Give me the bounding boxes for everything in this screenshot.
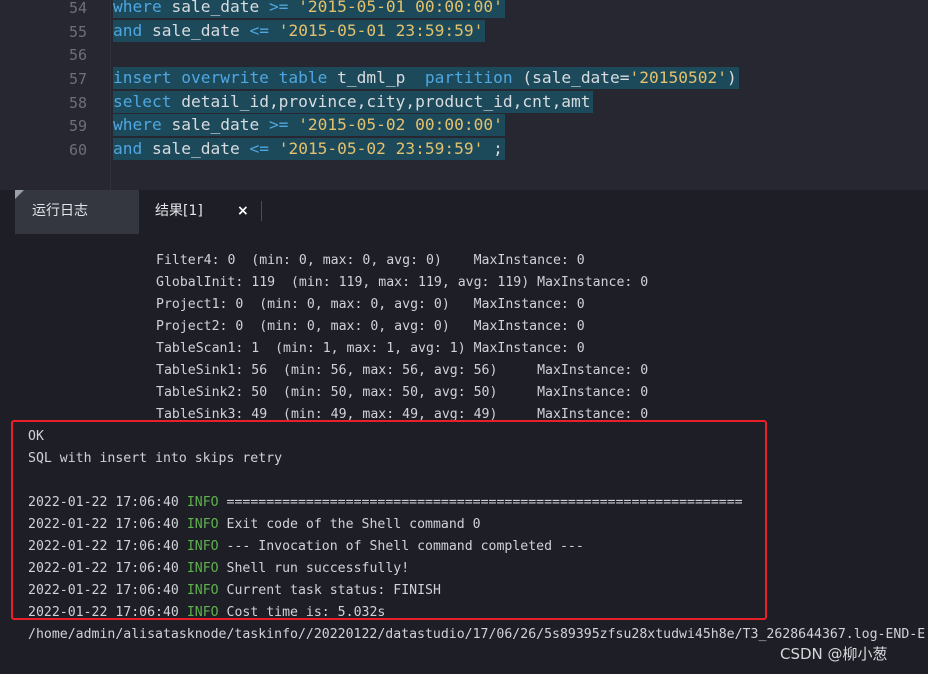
log-entry: 2022-01-22 17:06:40 INFO Exit code of th… xyxy=(28,514,481,536)
code-line[interactable]: 59 where sale_date >= '2015-05-02 00:00:0… xyxy=(0,114,928,138)
code-text: where sale_date >= '2015-05-02 00:00:00' xyxy=(113,114,505,136)
log-timestamp: 2022-01-22 17:06:40 xyxy=(28,539,179,554)
line-number: 60 xyxy=(68,141,87,159)
sql-keyword: select xyxy=(113,92,172,111)
sql-operator: <= xyxy=(249,21,269,40)
log-stat-line: TableSink1: 56 (min: 56, max: 56, avg: 5… xyxy=(156,363,649,378)
log-stat-line: TableSink3: 49 (min: 49, max: 49, avg: 4… xyxy=(156,407,649,422)
log-level: INFO xyxy=(186,517,219,532)
log-stat-line: GlobalInit: 119 (min: 119, max: 119, avg… xyxy=(156,275,649,290)
code-text: and sale_date <= '2015-05-02 23:59:59' ; xyxy=(113,138,505,160)
log-level: INFO xyxy=(186,583,219,598)
sql-operator: >= xyxy=(268,115,289,134)
log-timestamp: 2022-01-22 17:06:40 xyxy=(28,495,179,510)
line-number: 54 xyxy=(68,0,87,17)
sql-operator: >= xyxy=(268,0,289,16)
sql-operator: <= xyxy=(249,139,269,158)
code-line[interactable]: 54 where sale_date >= '2015-05-01 00:00:0… xyxy=(0,0,928,20)
tab-result[interactable]: 结果[1] xyxy=(155,190,203,234)
tab-result-label: 结果[1] xyxy=(155,203,203,219)
log-level: INFO xyxy=(186,605,219,620)
sql-token: detail_id,province,city,product_id,cnt,a… xyxy=(171,92,591,111)
sql-keyword: and xyxy=(113,139,143,158)
log-timestamp: 2022-01-22 17:06:40 xyxy=(28,517,179,532)
watermark: CSDN @柳小葱 xyxy=(780,645,888,663)
run-log-output: Filter4: 0 (min: 0, max: 0, avg: 0) MaxI… xyxy=(14,234,928,674)
log-level: INFO xyxy=(186,495,219,510)
sql-string: '2015-05-01 23:59:59' xyxy=(278,21,484,40)
tab-divider xyxy=(261,201,262,221)
log-timestamp: 2022-01-22 17:06:40 xyxy=(28,583,179,598)
log-entry: 2022-01-22 17:06:40 INFO Shell run succe… xyxy=(28,558,409,580)
sql-string: '2015-05-01 00:00:00' xyxy=(298,0,503,16)
sql-token: sale_date xyxy=(161,115,269,134)
code-line[interactable]: 57 insert overwrite table t_dml_p partiti… xyxy=(0,67,928,91)
log-stat-line: TableScan1: 1 (min: 1, max: 1, avg: 1) M… xyxy=(156,341,585,356)
sql-keyword: where xyxy=(113,0,162,16)
code-line[interactable]: 55 and sale_date <= '2015-05-01 23:59:59' xyxy=(0,20,928,44)
log-message: Shell run successfully! xyxy=(226,561,410,576)
log-message: Exit code of the Shell command 0 xyxy=(226,517,481,532)
log-entry: 2022-01-22 17:06:40 INFO Cost time is: 5… xyxy=(28,602,385,624)
log-message: --- Invocation of Shell command complete… xyxy=(226,539,584,554)
active-tab-marker xyxy=(15,190,24,199)
sql-token: ; xyxy=(483,139,503,158)
sql-token: sale_date xyxy=(142,21,250,40)
log-retry-line: SQL with insert into skips retry xyxy=(28,451,283,466)
log-message: ========================================… xyxy=(226,495,743,510)
line-number: 59 xyxy=(68,117,87,135)
line-number: 56 xyxy=(68,46,87,64)
sql-token: (sale_date= xyxy=(512,68,630,87)
line-number: 55 xyxy=(68,23,87,41)
code-text: where sale_date >= '2015-05-01 00:00:00' xyxy=(113,0,505,18)
tab-run-log-label: 运行日志 xyxy=(32,203,88,219)
sql-keyword: partition xyxy=(424,68,513,87)
line-number: 57 xyxy=(68,70,87,88)
log-message: Current task status: FINISH xyxy=(226,583,441,598)
sql-token: t_dml_p xyxy=(327,68,425,87)
sql-keyword: where xyxy=(113,115,162,134)
log-timestamp: 2022-01-22 17:06:40 xyxy=(28,561,179,576)
code-text: and sale_date <= '2015-05-01 23:59:59' xyxy=(113,20,486,42)
code-line[interactable]: 60 and sale_date <= '2015-05-02 23:59:59'… xyxy=(0,138,928,162)
code-line[interactable]: 56 xyxy=(0,43,928,67)
sql-string: '2015-05-02 23:59:59' xyxy=(278,139,484,158)
sql-token: sale_date xyxy=(142,139,250,158)
log-entry: 2022-01-22 17:06:40 INFO --- Invocation … xyxy=(28,536,584,558)
code-line[interactable]: 58 select detail_id,province,city,product… xyxy=(0,91,928,115)
log-ok-line: OK xyxy=(28,429,44,444)
bottom-panel-tabs: 运行日志 结果[1] × xyxy=(0,190,928,234)
log-level: INFO xyxy=(186,539,219,554)
log-entry: 2022-01-22 17:06:40 INFO ===============… xyxy=(28,492,743,514)
sql-editor[interactable]: 54 where sale_date >= '2015-05-01 00:00:0… xyxy=(0,0,928,190)
code-text: select detail_id,province,city,product_i… xyxy=(113,91,593,113)
code-text: insert overwrite table t_dml_p partition… xyxy=(113,67,739,89)
close-icon[interactable]: × xyxy=(237,190,249,234)
sql-string: '20150502' xyxy=(629,68,728,87)
log-stat-line: Project2: 0 (min: 0, max: 0, avg: 0) Max… xyxy=(156,319,585,334)
log-stat-line: Filter4: 0 (min: 0, max: 0, avg: 0) MaxI… xyxy=(156,253,585,268)
log-entry: 2022-01-22 17:06:40 INFO Current task st… xyxy=(28,580,441,602)
log-timestamp: 2022-01-22 17:06:40 xyxy=(28,605,179,620)
sql-token: ) xyxy=(727,68,737,87)
sql-keyword: insert overwrite table xyxy=(113,68,328,87)
sql-keyword: and xyxy=(113,21,143,40)
log-message: Cost time is: 5.032s xyxy=(226,605,386,620)
sql-token: sale_date xyxy=(161,0,269,16)
sql-string: '2015-05-02 00:00:00' xyxy=(298,115,503,134)
tab-run-log[interactable]: 运行日志 xyxy=(15,190,139,234)
line-number: 58 xyxy=(68,94,87,112)
log-stat-line: Project1: 0 (min: 0, max: 0, avg: 0) Max… xyxy=(156,297,585,312)
log-level: INFO xyxy=(186,561,219,576)
log-stat-line: TableSink2: 50 (min: 50, max: 50, avg: 5… xyxy=(156,385,649,400)
